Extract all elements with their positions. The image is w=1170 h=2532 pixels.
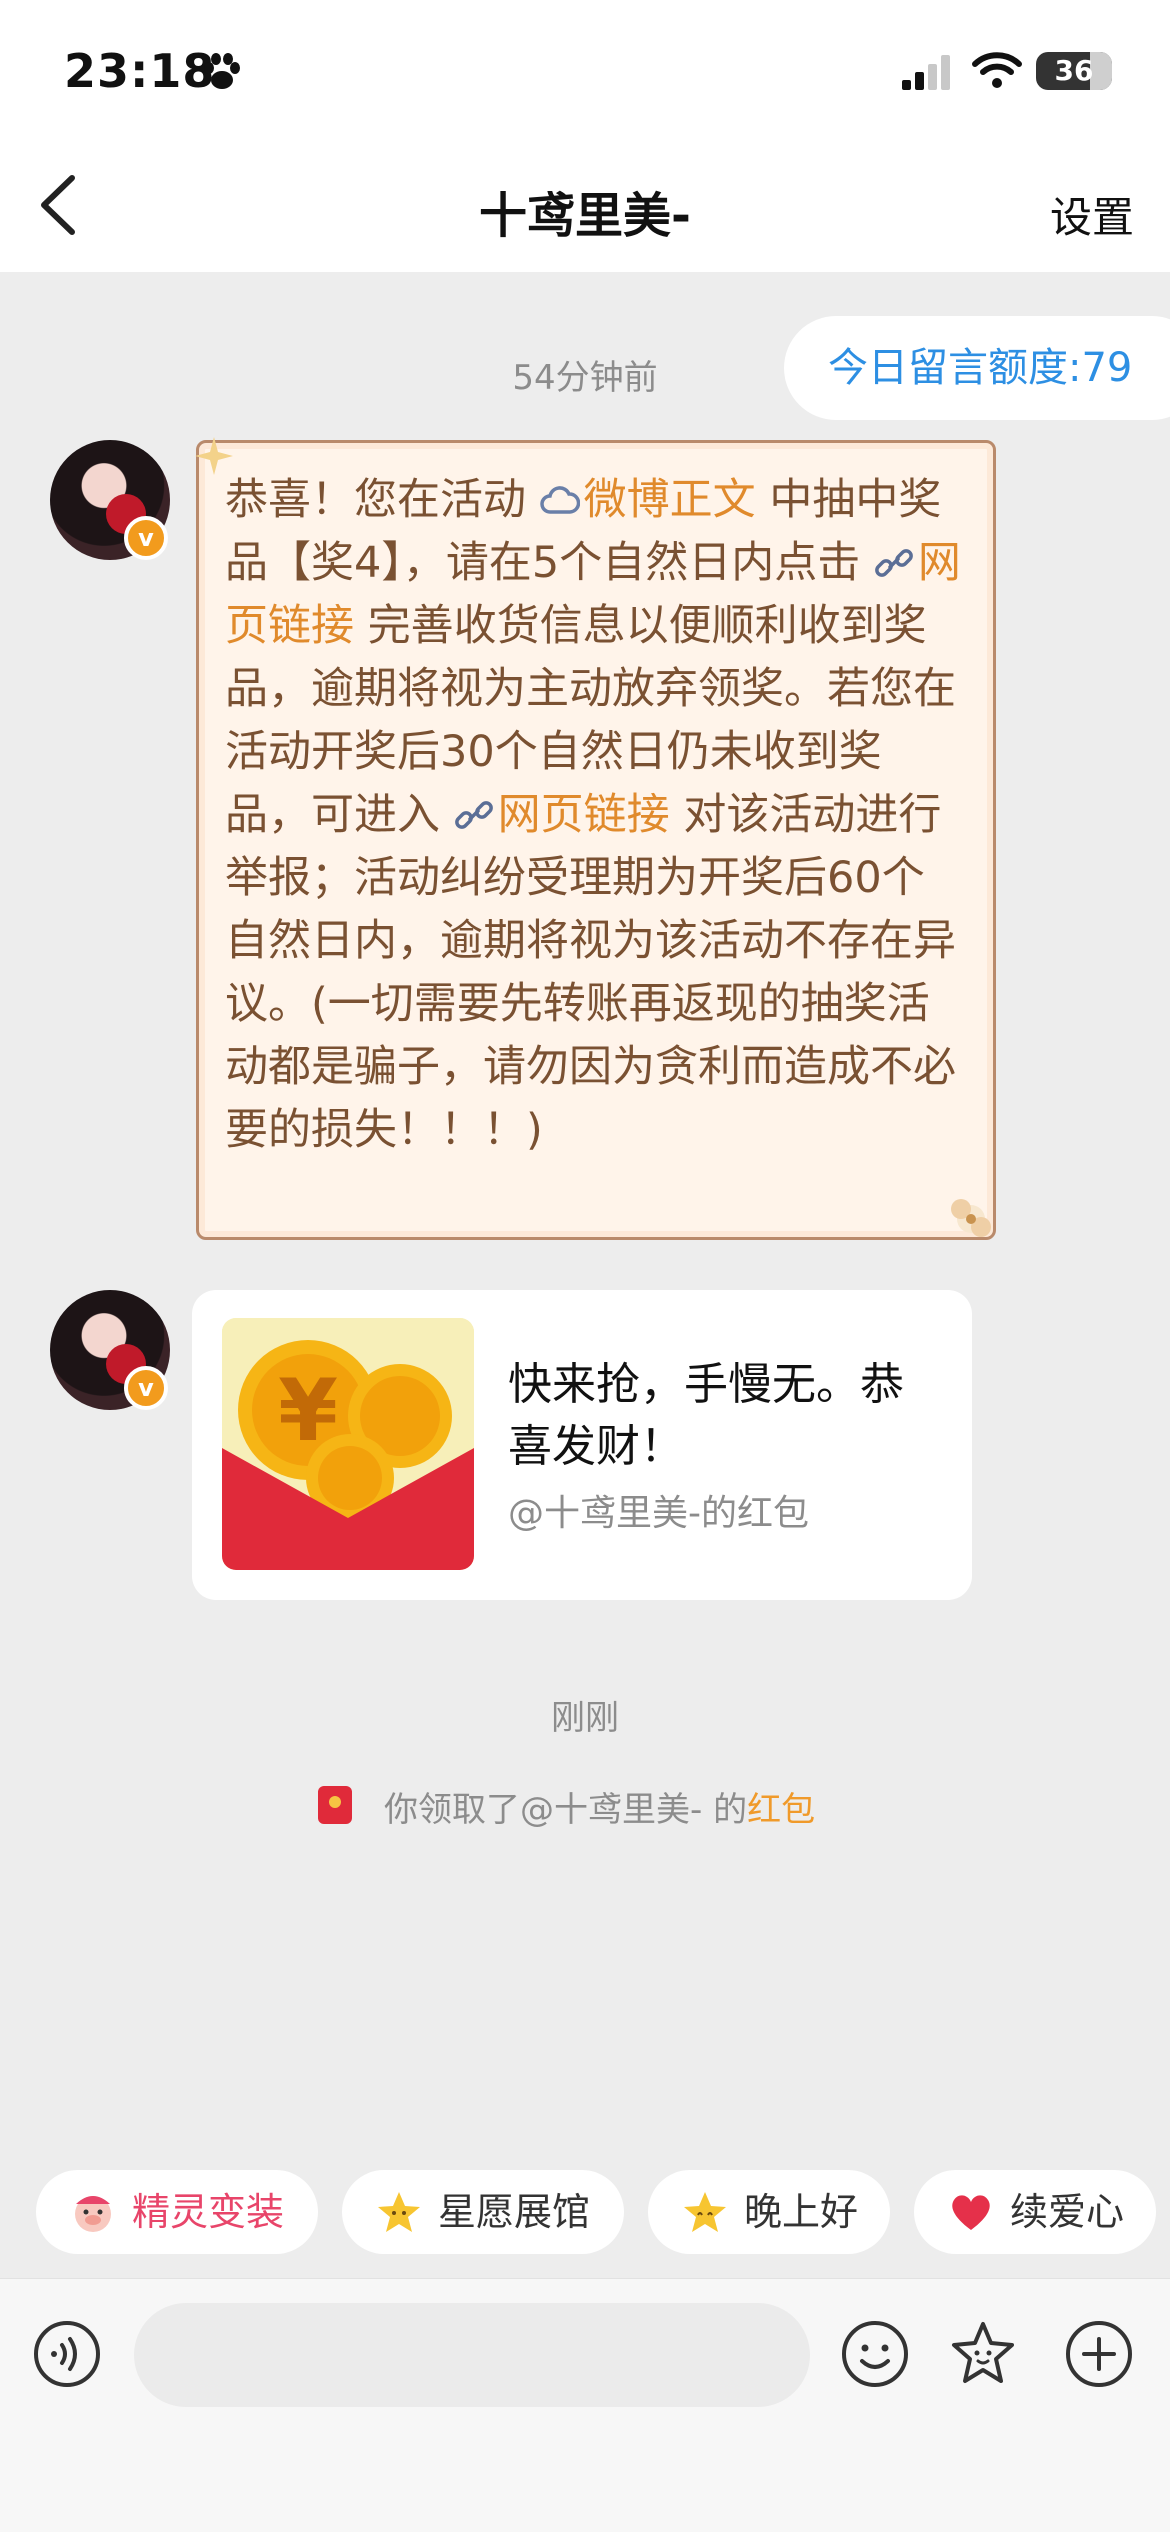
flower-decoration-icon: [951, 1199, 991, 1237]
message-timestamp: 54分钟前: [512, 358, 658, 398]
voice-input-icon[interactable]: [32, 2319, 102, 2389]
paw-icon: [204, 53, 240, 89]
pig-mascot-icon: [75, 2196, 111, 2232]
notice-part-1: 恭喜！您在活动: [225, 475, 540, 525]
notice-part-4: 对该活动进行举报；活动纠纷受理期为开奖后60个自然日内，逾期将视为该活动不存在异…: [225, 790, 956, 1155]
chip-good-evening[interactable]: 晚上好: [648, 2170, 890, 2254]
battery-indicator: 36: [1036, 52, 1112, 90]
red-packet-title: 快来抢，手慢无。恭喜发财！: [508, 1359, 904, 1472]
header: 23:18 36 十鸢里美- 设置: [0, 0, 1170, 272]
chip-label: 晚上好: [744, 2190, 859, 2234]
chip-label: 星愿展馆: [438, 2190, 591, 2234]
heart-icon: [952, 2195, 990, 2230]
web-link-2[interactable]: 网页链接: [454, 790, 670, 840]
chip-label: 续爱心: [1010, 2190, 1125, 2234]
verified-badge-icon: v: [124, 1366, 168, 1410]
wifi-icon: [972, 52, 1022, 88]
message-timestamp: 刚刚: [551, 1698, 619, 1738]
chip-renew-heart[interactable]: 续爱心: [914, 2170, 1156, 2254]
message-input[interactable]: [134, 2303, 810, 2407]
red-packet-link[interactable]: 红包: [747, 1790, 815, 1830]
weibo-cloud-icon: [540, 486, 580, 514]
settings-button[interactable]: 设置: [1050, 184, 1134, 245]
notice-text: 恭喜！您在活动 微博正文 中抽中奖品【奖4】，请在5个自然日内点击 网页链接 完…: [225, 469, 967, 1162]
star-face-icon: [378, 2192, 420, 2232]
chip-star-gallery[interactable]: 星愿展馆: [342, 2170, 624, 2254]
red-envelope-coins-icon: ¥: [222, 1318, 474, 1570]
received-text: 你领取了@十鸢里美- 的: [384, 1790, 748, 1830]
red-packet-icon: [318, 1786, 352, 1824]
web-link-2-label[interactable]: 网页链接: [498, 790, 670, 840]
page-title: 十鸢里美-: [479, 188, 691, 244]
verified-badge-icon: v: [124, 516, 168, 560]
message-input-bar: [0, 2278, 1170, 2532]
link-chain-icon: [875, 549, 913, 577]
star-face-icon: [684, 2192, 726, 2232]
chip-label: 精灵变装: [132, 2190, 285, 2234]
cellular-signal-icon: [902, 55, 950, 90]
quick-reply-chips: 精灵变装 星愿展馆 晚上好 续爱心: [0, 2170, 1170, 2254]
red-packet-subtitle: @十鸢里美-的红包: [508, 1493, 809, 1534]
weibo-post-link-label[interactable]: 微博正文: [584, 475, 756, 525]
red-packet-message[interactable]: ¥ 快来抢，手慢无。恭喜发财！ @十鸢里美-的红包: [192, 1290, 972, 1600]
battery-level: 36: [1054, 54, 1094, 87]
sticker-star-icon[interactable]: [948, 2319, 1018, 2389]
status-time: 23:18: [64, 44, 216, 98]
sparkle-decoration-icon: [195, 437, 233, 475]
emoji-icon[interactable]: [840, 2319, 910, 2389]
link-chain-icon: [454, 801, 493, 829]
weibo-post-link[interactable]: 微博正文: [540, 475, 756, 525]
add-more-icon[interactable]: [1064, 2319, 1134, 2389]
lottery-notice-message: 恭喜！您在活动 微博正文 中抽中奖品【奖4】，请在5个自然日内点击 网页链接 完…: [195, 437, 996, 1240]
chip-elf-costume[interactable]: 精灵变装: [36, 2170, 318, 2254]
red-packet-image: ¥: [222, 1318, 474, 1570]
